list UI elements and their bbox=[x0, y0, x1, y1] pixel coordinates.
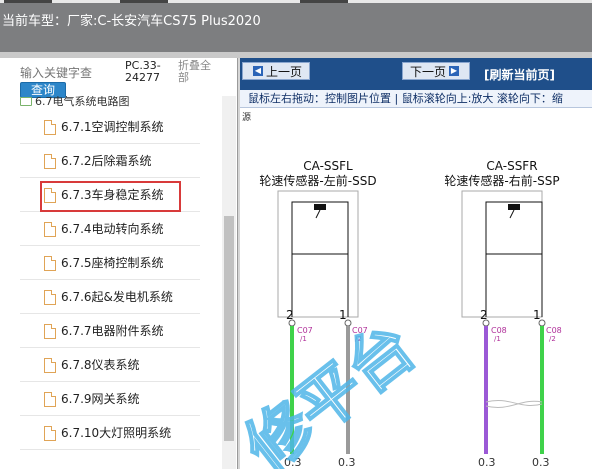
next-page-label: 下一页 bbox=[409, 64, 446, 79]
tree-item[interactable]: 6.7.4电动转向系统 bbox=[20, 212, 200, 246]
document-icon bbox=[44, 222, 56, 237]
vehicle-label: 当前车型： bbox=[2, 14, 68, 29]
sensor-icon-line bbox=[509, 209, 515, 219]
document-icon bbox=[44, 256, 56, 271]
tree-item-label: 6.7.4电动转向系统 bbox=[61, 222, 164, 236]
folder-icon bbox=[20, 97, 32, 106]
tree-item-label: 6.7.2后除霜系统 bbox=[61, 154, 152, 168]
tree-item-label: 6.7.10大灯照明系统 bbox=[61, 426, 172, 440]
doc-code: PC.33-24277 bbox=[125, 59, 161, 84]
tree-item[interactable]: 6.7.8仪表系统 bbox=[20, 348, 200, 382]
tree-item[interactable]: 6.7.7电器附件系统 bbox=[20, 314, 200, 348]
next-page-button[interactable]: 下一页 ▶ bbox=[402, 62, 470, 80]
refresh-page-link[interactable]: [刷新当前页] bbox=[484, 66, 555, 83]
tree-item[interactable]: 6.7.2后除霜系统 bbox=[20, 144, 200, 178]
watermark: 修平台 bbox=[240, 310, 429, 469]
left-sensor-name: 轮速传感器-左前-SSD bbox=[259, 173, 376, 188]
document-icon bbox=[44, 120, 56, 135]
tree-item[interactable]: 6.7.1空调控制系统 bbox=[20, 110, 200, 144]
tree-view: 6.7电气系统电路图 6.7.1空调控制系统 6.7.2后除霜系统 6.7.3车… bbox=[0, 96, 222, 469]
sensor-icon bbox=[314, 204, 326, 210]
tree-item-label: 6.7.8仪表系统 bbox=[61, 358, 140, 372]
collapse-all-button[interactable]: 折叠全部 bbox=[178, 60, 218, 84]
right-conn-b: C08 bbox=[546, 326, 562, 335]
prev-page-label: 上一页 bbox=[265, 64, 302, 79]
document-icon bbox=[44, 290, 56, 305]
tree-item-selected[interactable]: 6.7.3车身稳定系统 bbox=[20, 178, 200, 212]
search-input[interactable] bbox=[20, 64, 116, 82]
left-pin-b: 1 bbox=[339, 308, 347, 322]
tree-parent-item[interactable]: 6.7电气系统电路图 bbox=[20, 96, 130, 110]
right-conn-b-pin: /2 bbox=[549, 335, 556, 343]
sensor-icon-line bbox=[315, 209, 321, 219]
right-conn-a: C08 bbox=[491, 326, 507, 335]
tree-item-label: 6.7.7电器附件系统 bbox=[61, 324, 164, 338]
usage-hint: 鼠标左右拖动：控制图片位置 | 鼠标滚轮向上:放大 滚轮向下：缩 bbox=[240, 90, 592, 108]
tree-item-label: 6.7.5座椅控制系统 bbox=[61, 256, 164, 270]
tree-item-label: 6.7.3车身稳定系统 bbox=[61, 188, 164, 202]
vehicle-value: 厂家:C-长安汽车CS75 Plus2020 bbox=[67, 14, 261, 29]
twist-mark bbox=[485, 400, 543, 408]
tree-parent-label: 6.7电气系统电路图 bbox=[35, 96, 130, 108]
document-icon bbox=[44, 188, 56, 203]
tab-strip bbox=[0, 0, 592, 3]
document-icon bbox=[44, 324, 56, 339]
right-conn-a-pin: /1 bbox=[494, 335, 501, 343]
left-gauge-b: 0.3 bbox=[338, 456, 356, 469]
left-conn-a: C07 bbox=[297, 326, 313, 335]
right-sensor-name: 轮速传感器-右前-SSP bbox=[444, 173, 559, 188]
connector-pin bbox=[538, 319, 546, 327]
left-conn-a-pin: /1 bbox=[300, 335, 307, 343]
sidebar: 查询 PC.33-24277 折叠全部 6.7电气系统电路图 6.7.1空调控制… bbox=[0, 58, 238, 469]
title-bar: 当前车型：厂家:C-长安汽车CS75 Plus2020 bbox=[0, 0, 592, 52]
tree-item[interactable]: 6.7.6起&发电机系统 bbox=[20, 280, 200, 314]
scrollbar-thumb[interactable] bbox=[224, 216, 234, 441]
arrow-left-icon: ◀ bbox=[252, 66, 263, 76]
right-gauge-a: 0.3 bbox=[478, 456, 496, 469]
diagram-viewer: ◀ 上一页 下一页 ▶ [刷新当前页] 鼠标左右拖动：控制图片位置 | 鼠标滚轮向上… bbox=[240, 58, 592, 469]
wiring-diagram[interactable]: CA-SSFL 轮速传感器-左前-SSD 2 1 C07 /1 C07 /2 0… bbox=[240, 114, 592, 469]
document-icon bbox=[44, 154, 56, 169]
document-icon bbox=[44, 358, 56, 373]
tree-item-label: 6.7.9网关系统 bbox=[61, 392, 140, 406]
current-vehicle: 当前车型：厂家:C-长安汽车CS75 Plus2020 bbox=[2, 10, 261, 29]
document-icon bbox=[44, 392, 56, 407]
viewer-toolbar: ◀ 上一页 下一页 ▶ [刷新当前页] bbox=[240, 58, 592, 90]
left-sensor-code: CA-SSFL bbox=[303, 159, 353, 173]
tree-item[interactable]: 6.7.5座椅控制系统 bbox=[20, 246, 200, 280]
tree-item[interactable]: 6.7.10大灯照明系统 bbox=[20, 416, 200, 450]
prev-page-button[interactable]: ◀ 上一页 bbox=[242, 62, 310, 80]
tree-item-label: 6.7.6起&发电机系统 bbox=[61, 290, 173, 304]
connector-pin bbox=[344, 319, 352, 327]
document-icon bbox=[44, 426, 56, 441]
tree-item-label: 6.7.1空调控制系统 bbox=[61, 120, 164, 134]
right-pin-b: 1 bbox=[533, 308, 541, 322]
right-sensor-code: CA-SSFR bbox=[486, 159, 537, 173]
right-gauge-b: 0.3 bbox=[532, 456, 550, 469]
sensor-icon bbox=[508, 204, 520, 210]
arrow-right-icon: ▶ bbox=[449, 66, 459, 76]
tree-item[interactable]: 6.7.9网关系统 bbox=[20, 382, 200, 416]
